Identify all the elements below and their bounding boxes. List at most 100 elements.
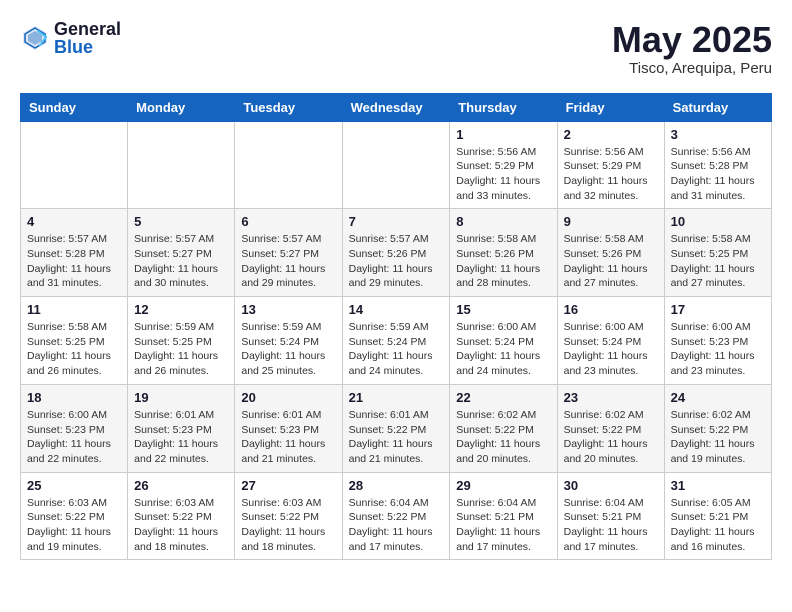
title-area: May 2025 Tisco, Arequipa, Peru: [612, 20, 772, 77]
month-title: May 2025: [612, 20, 772, 60]
day-info: Sunrise: 5:59 AM Sunset: 5:25 PM Dayligh…: [134, 320, 228, 379]
day-of-week-header: Wednesday: [342, 93, 450, 121]
calendar-day-cell: [21, 121, 128, 209]
calendar-header-row: SundayMondayTuesdayWednesdayThursdayFrid…: [21, 93, 772, 121]
day-of-week-header: Thursday: [450, 93, 557, 121]
calendar-day-cell: 24 Sunrise: 6:02 AM Sunset: 5:22 PM Dayli…: [664, 384, 771, 472]
day-info: Sunrise: 5:58 AM Sunset: 5:26 PM Dayligh…: [564, 232, 658, 291]
day-info: Sunrise: 6:02 AM Sunset: 5:22 PM Dayligh…: [671, 408, 765, 467]
day-info: Sunrise: 6:02 AM Sunset: 5:22 PM Dayligh…: [456, 408, 550, 467]
day-number: 17: [671, 302, 765, 317]
calendar-day-cell: 13 Sunrise: 5:59 AM Sunset: 5:24 PM Dayli…: [235, 297, 342, 385]
calendar-day-cell: 6 Sunrise: 5:57 AM Sunset: 5:27 PM Daylig…: [235, 209, 342, 297]
day-info: Sunrise: 6:01 AM Sunset: 5:23 PM Dayligh…: [134, 408, 228, 467]
day-number: 10: [671, 214, 765, 229]
calendar-day-cell: 17Sunrise: 6:00 AM Sunset: 5:23 PM Dayli…: [664, 297, 771, 385]
day-info: Sunrise: 5:57 AM Sunset: 5:26 PM Dayligh…: [349, 232, 444, 291]
calendar-day-cell: 10 Sunrise: 5:58 AM Sunset: 5:25 PM Dayli…: [664, 209, 771, 297]
day-number: 30: [564, 478, 658, 493]
day-info: Sunrise: 5:58 AM Sunset: 5:25 PM Dayligh…: [27, 320, 121, 379]
location-subtitle: Tisco, Arequipa, Peru: [612, 60, 772, 77]
day-number: 23: [564, 390, 658, 405]
calendar-week-row: 18 Sunrise: 6:00 AM Sunset: 5:23 PM Dayli…: [21, 384, 772, 472]
calendar-day-cell: 18 Sunrise: 6:00 AM Sunset: 5:23 PM Dayli…: [21, 384, 128, 472]
calendar-day-cell: 2 Sunrise: 5:56 AM Sunset: 5:29 PM Daylig…: [557, 121, 664, 209]
day-info: Sunrise: 6:03 AM Sunset: 5:22 PM Dayligh…: [27, 496, 121, 555]
day-number: 12: [134, 302, 228, 317]
day-info: Sunrise: 5:59 AM Sunset: 5:24 PM Dayligh…: [241, 320, 335, 379]
day-number: 29: [456, 478, 550, 493]
calendar-day-cell: 9 Sunrise: 5:58 AM Sunset: 5:26 PM Daylig…: [557, 209, 664, 297]
calendar-day-cell: 23Sunrise: 6:02 AM Sunset: 5:22 PM Dayli…: [557, 384, 664, 472]
day-info: Sunrise: 5:59 AM Sunset: 5:24 PM Dayligh…: [349, 320, 444, 379]
logo-blue: Blue: [54, 38, 121, 56]
day-of-week-header: Tuesday: [235, 93, 342, 121]
calendar-day-cell: 14 Sunrise: 5:59 AM Sunset: 5:24 PM Dayli…: [342, 297, 450, 385]
calendar-day-cell: 1Sunrise: 5:56 AM Sunset: 5:29 PM Daylig…: [450, 121, 557, 209]
calendar-day-cell: [342, 121, 450, 209]
day-info: Sunrise: 6:01 AM Sunset: 5:23 PM Dayligh…: [241, 408, 335, 467]
calendar-day-cell: 22Sunrise: 6:02 AM Sunset: 5:22 PM Dayli…: [450, 384, 557, 472]
day-info: Sunrise: 6:05 AM Sunset: 5:21 PM Dayligh…: [671, 496, 765, 555]
calendar-day-cell: 16 Sunrise: 6:00 AM Sunset: 5:24 PM Dayli…: [557, 297, 664, 385]
day-info: Sunrise: 6:03 AM Sunset: 5:22 PM Dayligh…: [241, 496, 335, 555]
day-info: Sunrise: 6:04 AM Sunset: 5:22 PM Dayligh…: [349, 496, 444, 555]
day-number: 25: [27, 478, 121, 493]
calendar-week-row: 4Sunrise: 5:57 AM Sunset: 5:28 PM Daylig…: [21, 209, 772, 297]
calendar-day-cell: 26Sunrise: 6:03 AM Sunset: 5:22 PM Dayli…: [128, 472, 235, 560]
logo-general: General: [54, 20, 121, 38]
day-number: 19: [134, 390, 228, 405]
calendar-day-cell: 11Sunrise: 5:58 AM Sunset: 5:25 PM Dayli…: [21, 297, 128, 385]
calendar-day-cell: 30Sunrise: 6:04 AM Sunset: 5:21 PM Dayli…: [557, 472, 664, 560]
page-header: General Blue May 2025 Tisco, Arequipa, P…: [20, 20, 772, 77]
logo-icon: [20, 23, 50, 53]
day-info: Sunrise: 5:57 AM Sunset: 5:27 PM Dayligh…: [134, 232, 228, 291]
day-number: 16: [564, 302, 658, 317]
calendar-day-cell: 15Sunrise: 6:00 AM Sunset: 5:24 PM Dayli…: [450, 297, 557, 385]
calendar-week-row: 11Sunrise: 5:58 AM Sunset: 5:25 PM Dayli…: [21, 297, 772, 385]
day-info: Sunrise: 5:58 AM Sunset: 5:25 PM Dayligh…: [671, 232, 765, 291]
day-number: 7: [349, 214, 444, 229]
calendar-day-cell: 20 Sunrise: 6:01 AM Sunset: 5:23 PM Dayli…: [235, 384, 342, 472]
calendar-day-cell: 12 Sunrise: 5:59 AM Sunset: 5:25 PM Dayli…: [128, 297, 235, 385]
calendar-week-row: 25 Sunrise: 6:03 AM Sunset: 5:22 PM Dayli…: [21, 472, 772, 560]
day-info: Sunrise: 5:56 AM Sunset: 5:28 PM Dayligh…: [671, 145, 765, 204]
day-number: 1: [456, 127, 550, 142]
day-number: 6: [241, 214, 335, 229]
day-number: 5: [134, 214, 228, 229]
day-info: Sunrise: 5:56 AM Sunset: 5:29 PM Dayligh…: [564, 145, 658, 204]
calendar-day-cell: 25 Sunrise: 6:03 AM Sunset: 5:22 PM Dayli…: [21, 472, 128, 560]
day-number: 14: [349, 302, 444, 317]
day-number: 28: [349, 478, 444, 493]
calendar-day-cell: 4Sunrise: 5:57 AM Sunset: 5:28 PM Daylig…: [21, 209, 128, 297]
calendar-table: SundayMondayTuesdayWednesdayThursdayFrid…: [20, 93, 772, 561]
day-number: 3: [671, 127, 765, 142]
day-number: 20: [241, 390, 335, 405]
day-number: 27: [241, 478, 335, 493]
day-info: Sunrise: 6:04 AM Sunset: 5:21 PM Dayligh…: [456, 496, 550, 555]
day-info: Sunrise: 5:57 AM Sunset: 5:28 PM Dayligh…: [27, 232, 121, 291]
calendar-day-cell: 8Sunrise: 5:58 AM Sunset: 5:26 PM Daylig…: [450, 209, 557, 297]
calendar-day-cell: 5 Sunrise: 5:57 AM Sunset: 5:27 PM Daylig…: [128, 209, 235, 297]
day-number: 13: [241, 302, 335, 317]
day-number: 2: [564, 127, 658, 142]
calendar-week-row: 1 Sunrise: 5:56 AM Sunset: 5:29 PM Daylig…: [21, 121, 772, 209]
day-info: Sunrise: 6:01 AM Sunset: 5:22 PM Dayligh…: [349, 408, 444, 467]
calendar-day-cell: 7 Sunrise: 5:57 AM Sunset: 5:26 PM Daylig…: [342, 209, 450, 297]
day-info: Sunrise: 6:03 AM Sunset: 5:22 PM Dayligh…: [134, 496, 228, 555]
day-info: Sunrise: 6:00 AM Sunset: 5:23 PM Dayligh…: [27, 408, 121, 467]
calendar-day-cell: 31Sunrise: 6:05 AM Sunset: 5:21 PM Dayli…: [664, 472, 771, 560]
day-number: 9: [564, 214, 658, 229]
day-number: 18: [27, 390, 121, 405]
day-of-week-header: Monday: [128, 93, 235, 121]
logo-text: General Blue: [54, 20, 121, 56]
day-of-week-header: Sunday: [21, 93, 128, 121]
day-number: 24: [671, 390, 765, 405]
day-info: Sunrise: 6:00 AM Sunset: 5:24 PM Dayligh…: [564, 320, 658, 379]
day-of-week-header: Saturday: [664, 93, 771, 121]
calendar-day-cell: 29 Sunrise: 6:04 AM Sunset: 5:21 PM Dayli…: [450, 472, 557, 560]
calendar-day-cell: [128, 121, 235, 209]
day-info: Sunrise: 5:57 AM Sunset: 5:27 PM Dayligh…: [241, 232, 335, 291]
day-info: Sunrise: 6:00 AM Sunset: 5:24 PM Dayligh…: [456, 320, 550, 379]
day-number: 8: [456, 214, 550, 229]
